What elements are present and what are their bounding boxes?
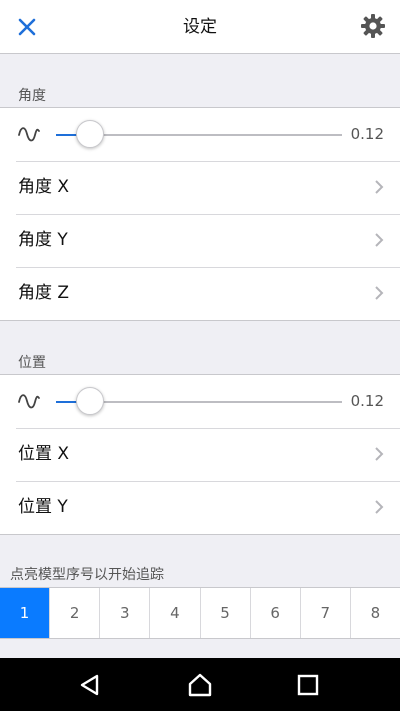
back-triangle-icon[interactable] (77, 672, 103, 698)
model-tab-7[interactable]: 7 (299, 588, 350, 638)
position-slider-row: 0.12 (0, 375, 400, 428)
list-item-label: 位置 Y (18, 497, 68, 517)
model-tab-6[interactable]: 6 (249, 588, 300, 638)
chevron-right-icon (375, 500, 384, 514)
list-item-position-x[interactable]: 位置 X (0, 428, 400, 481)
position-slider-thumb[interactable] (76, 387, 104, 415)
wave-icon (18, 127, 40, 142)
home-icon[interactable] (187, 672, 213, 698)
list-item-position-y[interactable]: 位置 Y (0, 481, 400, 534)
recents-square-icon[interactable] (295, 672, 321, 698)
system-nav-bar (0, 658, 400, 711)
list-item-label: 位置 X (18, 444, 70, 464)
section-title-angle: 角度 (18, 88, 46, 104)
model-tab-3[interactable]: 3 (99, 588, 149, 638)
position-group: 0.12 位置 X 位置 Y (0, 374, 400, 535)
chevron-right-icon (375, 180, 384, 194)
chevron-right-icon (375, 286, 384, 300)
section-title-position: 位置 (18, 355, 46, 371)
top-bar: 设定 (0, 0, 400, 54)
list-item-label: 角度 X (18, 177, 70, 197)
wave-icon (18, 394, 40, 409)
model-tab-8[interactable]: 8 (349, 588, 400, 638)
angle-slider[interactable] (56, 120, 342, 148)
model-tab-4[interactable]: 4 (149, 588, 199, 638)
list-item-angle-y[interactable]: 角度 Y (0, 214, 400, 267)
angle-slider-row: 0.12 (0, 108, 400, 161)
model-selector: 1 2 3 4 5 6 7 8 (0, 587, 400, 639)
chevron-right-icon (375, 233, 384, 247)
chevron-right-icon (375, 447, 384, 461)
angle-slider-thumb[interactable] (76, 120, 104, 148)
position-slider[interactable] (56, 387, 342, 415)
section-title-tracking: 点亮模型序号以开始追踪 (10, 567, 164, 583)
model-tab-2[interactable]: 2 (49, 588, 99, 638)
list-item-angle-x[interactable]: 角度 X (0, 161, 400, 214)
gear-icon[interactable] (360, 13, 386, 39)
list-item-angle-z[interactable]: 角度 Z (0, 267, 400, 320)
list-item-label: 角度 Y (18, 230, 68, 250)
angle-group: 0.12 角度 X 角度 Y 角度 Z (0, 107, 400, 321)
model-tab-5[interactable]: 5 (199, 588, 250, 638)
angle-slider-value: 0.12 (350, 125, 384, 143)
page-title: 设定 (183, 17, 217, 37)
position-slider-value: 0.12 (350, 392, 384, 410)
model-tab-1[interactable]: 1 (0, 588, 50, 638)
list-item-label: 角度 Z (18, 283, 70, 303)
